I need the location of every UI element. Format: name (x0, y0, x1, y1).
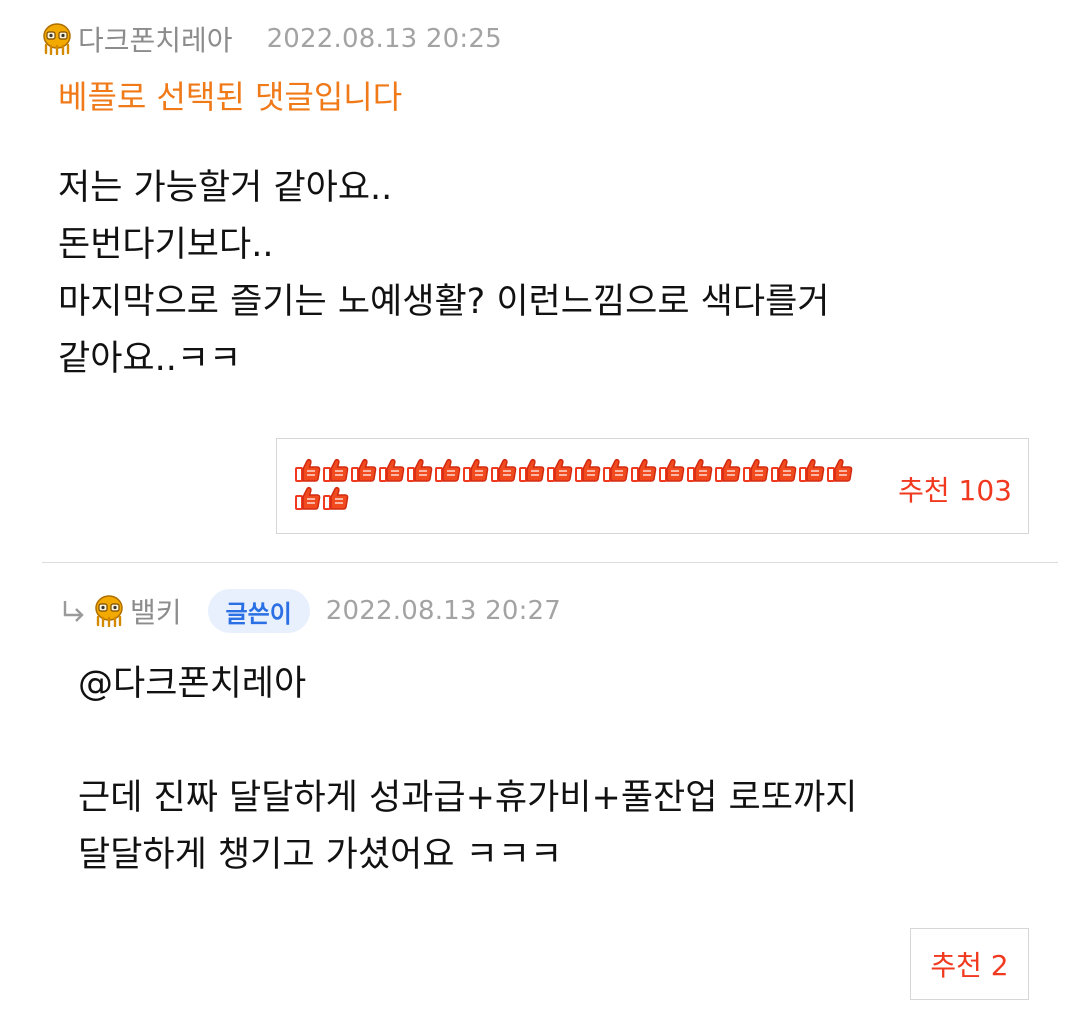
thumbs-up-icon (827, 458, 853, 482)
thumbs-up-icon (715, 458, 741, 482)
best-comment-label: 베플로 선택된 댓글입니다 (58, 78, 403, 116)
thumbs-up-icon (519, 458, 545, 482)
reply-recommend-count-label: 추천 2 (930, 949, 1009, 982)
comment-divider (42, 562, 1058, 563)
thumbs-up-icon (575, 458, 601, 482)
reply-header: 밸키 글쓴이 2022.08.13 20:27 (60, 588, 561, 634)
writer-badge: 글쓴이 (207, 589, 310, 633)
comment-author-nickname[interactable]: 다크폰치레아 (78, 19, 233, 59)
comment-body: 저는 가능할거 같아요.. 돈번다기보다.. 마지막으로 즐기는 노예생활? 이… (58, 168, 830, 379)
comment-datetime: 2022.08.13 20:25 (266, 24, 502, 54)
thumbs-up-icon (659, 458, 685, 482)
thumbs-up-icon (435, 458, 461, 482)
thumbs-up-icon (463, 458, 489, 482)
reply-body: @다크폰치레아 근데 진짜 달달하게 성과급+휴가비+풀잔업 로또까지 달달하게… (78, 664, 858, 875)
reply-author-nickname[interactable]: 밸키 (130, 591, 182, 631)
thumbs-up-icon (379, 458, 405, 482)
thumbs-up-icon (743, 458, 769, 482)
comment-thread: 다크폰치레아 2022.08.13 20:25 베플로 선택된 댓글입니다 저는… (0, 0, 1080, 1024)
thumbs-up-icon (603, 458, 629, 482)
recommend-thumbs (295, 457, 865, 511)
thumbs-up-icon (295, 486, 321, 510)
comment-header: 다크폰치레아 2022.08.13 20:25 (42, 18, 502, 60)
thumbs-up-icon (295, 458, 321, 482)
level-avatar-icon[interactable] (94, 595, 124, 627)
thumbs-up-icon (323, 458, 349, 482)
reply-datetime: 2022.08.13 20:27 (325, 596, 562, 626)
thumbs-up-icon (631, 458, 657, 482)
thumbs-up-icon (687, 458, 713, 482)
reply-recommend-button[interactable]: 추천 2 (910, 928, 1029, 1000)
thumbs-up-icon (491, 458, 517, 482)
thumbs-up-icon (323, 486, 349, 510)
thumbs-up-icon (771, 458, 797, 482)
level-avatar-icon[interactable] (42, 23, 72, 55)
thumbs-up-icon (407, 458, 433, 482)
thumbs-up-icon (351, 458, 377, 482)
thumbs-up-icon (799, 458, 825, 482)
recommend-button[interactable]: 추천 103 (276, 438, 1029, 534)
thumbs-up-icon (547, 458, 573, 482)
recommend-count-label: 추천 103 (898, 474, 1012, 507)
reply-arrow-icon (60, 598, 86, 624)
